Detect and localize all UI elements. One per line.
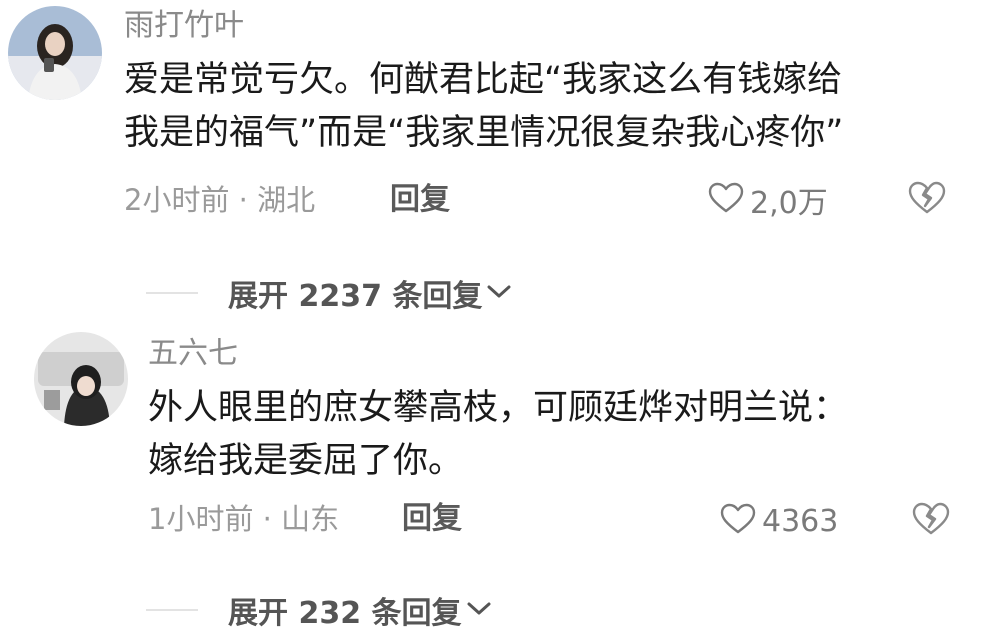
dislike-button[interactable] [912, 501, 952, 541]
comment-meta: 2小时前 · 湖北 [124, 183, 316, 217]
comment-text: 爱是常觉亏欠。何猷君比起“我家这么有钱嫁给 我是的福气”而是“我家里情况很复杂我… [124, 54, 843, 160]
comment-line: 嫁给我是委屈了你。 [148, 441, 464, 481]
like-count: 4363 [762, 503, 839, 539]
avatar[interactable] [34, 332, 128, 426]
comment-line: 爱是常觉亏欠。何猷君比起“我家这么有钱嫁给 [124, 60, 843, 100]
heart-outline-icon [708, 182, 744, 218]
heart-outline-icon [720, 503, 756, 539]
comment-line: 外人眼里的庶女攀高枝，可顾廷烨对明兰说： [148, 388, 849, 428]
dislike-button[interactable] [908, 180, 948, 220]
username[interactable]: 五六七 [148, 334, 238, 374]
broken-heart-icon [908, 181, 946, 220]
expand-replies-label: 展开 2237 条回复 [228, 279, 483, 314]
like-button[interactable]: 2,0万 [708, 180, 828, 221]
like-button[interactable]: 4363 [720, 501, 838, 541]
chevron-down-icon [486, 281, 512, 305]
reply-button[interactable]: 回复 [402, 499, 462, 539]
comment-text: 外人眼里的庶女攀高枝，可顾廷烨对明兰说： 嫁给我是委屈了你。 [148, 382, 848, 488]
expand-replies-button[interactable]: 展开 232 条回复 [146, 590, 492, 631]
like-count: 2,0万 [750, 186, 828, 221]
expand-replies-button[interactable]: 展开 2237 条回复 [146, 273, 512, 314]
divider-line [146, 292, 198, 294]
comment-line: 我是的福气”而是“我家里情况很复杂我心疼你” [124, 113, 844, 153]
chevron-down-icon [466, 598, 492, 622]
username[interactable]: 雨打竹叶 [124, 6, 244, 46]
reply-button[interactable]: 回复 [390, 180, 450, 220]
expand-replies-label: 展开 232 条回复 [228, 596, 462, 631]
broken-heart-icon [912, 502, 950, 541]
avatar[interactable] [8, 6, 102, 100]
comment-meta: 1小时前 · 山东 [148, 502, 340, 536]
divider-line [146, 609, 198, 611]
